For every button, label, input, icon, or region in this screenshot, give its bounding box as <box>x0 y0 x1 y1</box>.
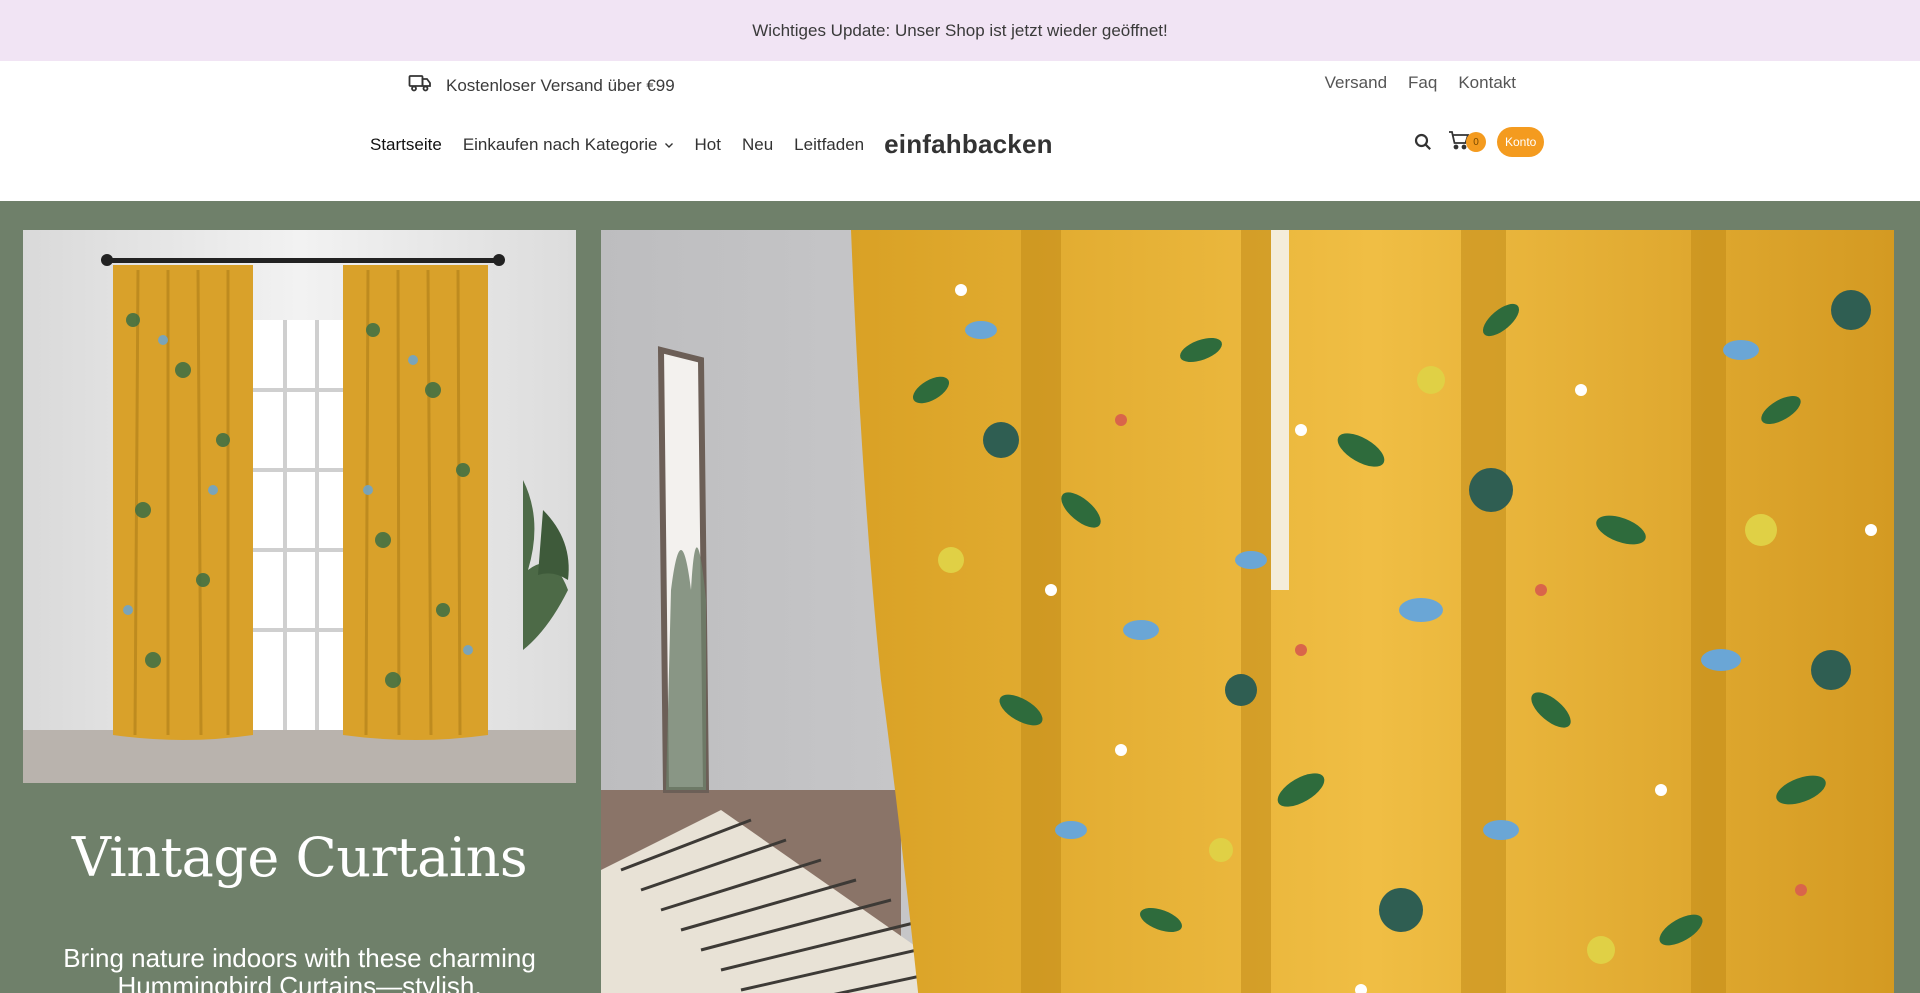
hero-section: Vintage Curtains Bring nature indoors wi… <box>0 201 1920 993</box>
search-icon[interactable] <box>1410 129 1436 155</box>
chevron-down-icon <box>664 142 673 148</box>
truck-icon <box>408 73 432 98</box>
hero-description: Bring nature indoors with these charming… <box>63 943 536 993</box>
nav-menu: Startseite Einkaufen nach Kategorie Hot … <box>370 129 1053 160</box>
main-navigation: Startseite Einkaufen nach Kategorie Hot … <box>0 107 1920 201</box>
announcement-text: Wichtiges Update: Unser Shop ist jetzt w… <box>752 20 1168 40</box>
shipping-text: Kostenloser Versand über €99 <box>446 75 675 95</box>
nav-item-kategorie[interactable]: Einkaufen nach Kategorie <box>463 135 674 155</box>
account-button[interactable]: Konto <box>1497 127 1545 157</box>
link-faq[interactable]: Faq <box>1408 73 1437 93</box>
cart-button[interactable]: 0 <box>1448 130 1486 155</box>
nav-item-hot[interactable]: Hot <box>695 135 721 155</box>
shipping-info: Kostenloser Versand über €99 <box>408 73 675 98</box>
site-logo[interactable]: einfahbacken <box>884 129 1053 160</box>
link-kontakt[interactable]: Kontakt <box>1458 73 1516 93</box>
nav-item-leitfaden[interactable]: Leitfaden <box>794 135 864 155</box>
nav-item-neu[interactable]: Neu <box>742 135 773 155</box>
hero-title: Vintage Curtains <box>71 826 528 889</box>
nav-item-kategorie-label: Einkaufen nach Kategorie <box>462 134 658 154</box>
hero-feature-image <box>601 230 1894 993</box>
announcement-bar: Wichtiges Update: Unser Shop ist jetzt w… <box>0 0 1920 61</box>
cart-count-badge: 0 <box>1466 132 1486 152</box>
hero-product-image <box>23 230 576 783</box>
top-bar: Kostenloser Versand über €99 Versand Faq… <box>0 61 1920 107</box>
top-links: Versand Faq Kontakt <box>1325 73 1516 93</box>
nav-item-startseite[interactable]: Startseite <box>370 135 442 155</box>
link-versand[interactable]: Versand <box>1325 73 1387 93</box>
header-actions: 0 Konto <box>1410 127 1545 157</box>
